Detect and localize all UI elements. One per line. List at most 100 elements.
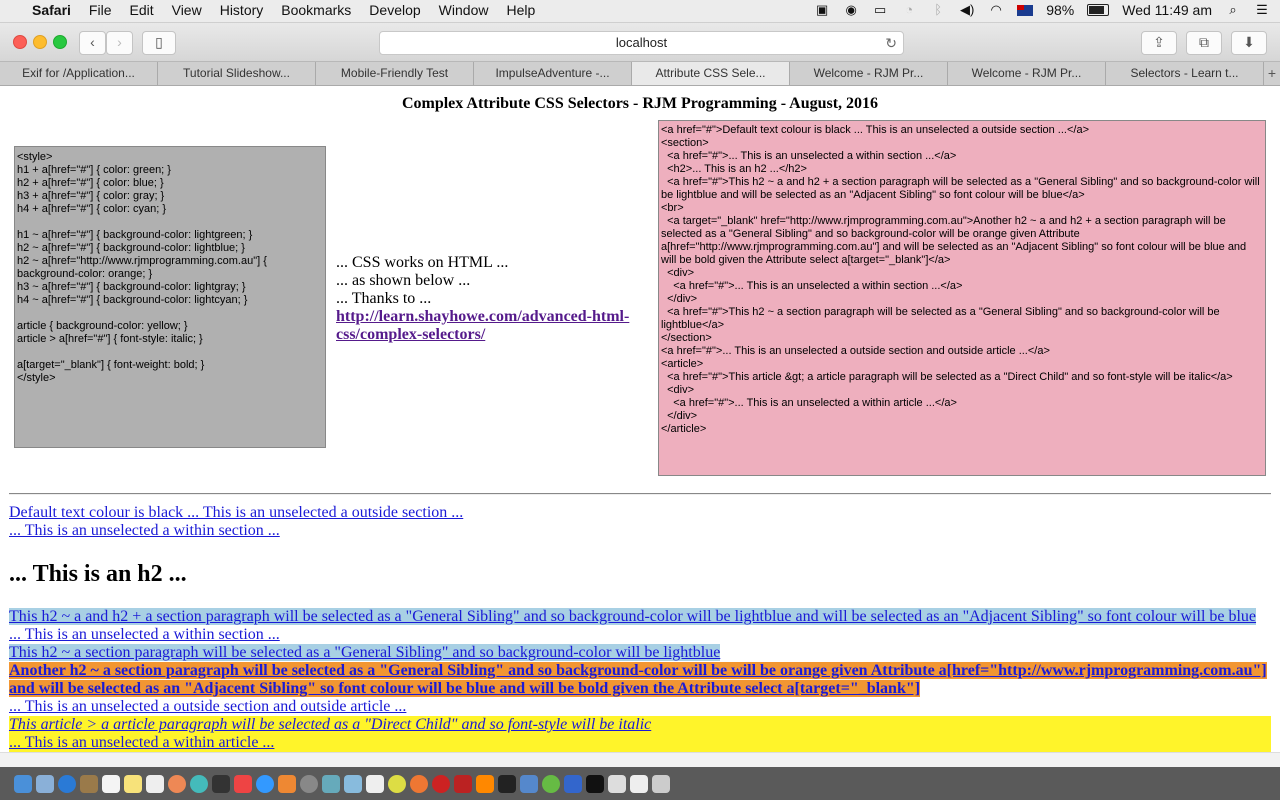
vlc-icon[interactable]	[476, 774, 494, 793]
itunes-icon[interactable]	[234, 774, 252, 793]
messages-icon[interactable]	[190, 774, 208, 793]
safari-icon[interactable]	[58, 774, 76, 793]
menu-bookmarks[interactable]: Bookmarks	[281, 2, 351, 18]
demo-link-within-section-2[interactable]: ... This is an unselected a within secti…	[9, 626, 280, 643]
tab-selectors-learn[interactable]: Selectors - Learn t...	[1106, 62, 1264, 85]
demo-link-within-section[interactable]: ... This is an unselected a within secti…	[9, 522, 280, 539]
android-icon[interactable]	[542, 774, 560, 793]
launchpad-icon[interactable]	[36, 774, 54, 793]
app-store-icon[interactable]	[256, 774, 274, 793]
documents-stack-icon[interactable]	[630, 774, 648, 793]
browser-toolbar: ‹ › ▯ localhost ↻ ⇪ ⧉ ⬇	[0, 23, 1280, 61]
menu-help[interactable]: Help	[506, 2, 535, 18]
html-code-textarea[interactable]: <a href="#">Default text colour is black…	[658, 120, 1266, 476]
tab-exif[interactable]: Exif for /Application...	[0, 62, 158, 85]
demo-link-orange-blank[interactable]: Another h2 ~ a section paragraph will be…	[9, 662, 1267, 697]
clock[interactable]: Wed 11:49 am	[1122, 2, 1212, 18]
tab-welcome-rjm-1[interactable]: Welcome - RJM Pr...	[790, 62, 948, 85]
demo-link-sibling-adjacent[interactable]: This h2 ~ a and h2 + a section paragraph…	[9, 608, 1257, 625]
share-button[interactable]: ⇪	[1141, 31, 1177, 55]
demo-article: This article > a article paragraph will …	[9, 716, 1271, 752]
calendar-icon[interactable]	[102, 774, 120, 793]
bluetooth-icon[interactable]: ᛒ	[930, 3, 946, 17]
xcode-icon[interactable]	[322, 774, 340, 793]
chrome-icon[interactable]	[388, 774, 406, 793]
menu-develop[interactable]: Develop	[369, 2, 420, 18]
system-preferences-icon[interactable]	[300, 774, 318, 793]
wifi-icon[interactable]: ◠	[988, 3, 1004, 17]
demo-orange-text-2: and will be selected as an "Adjacent Sib…	[9, 680, 921, 697]
new-tab-button[interactable]: +	[1264, 62, 1280, 85]
airplay-icon[interactable]: ▭	[872, 3, 888, 17]
demo-line-1: Default text colour is black ... This is…	[9, 504, 1271, 522]
firefox-icon[interactable]	[410, 774, 428, 793]
shayhowe-link[interactable]: http://learn.shayhowe.com/advanced-html-…	[336, 308, 629, 343]
tab-impulseadventure[interactable]: ImpulseAdventure -...	[474, 62, 632, 85]
demo-link-direct-child[interactable]: This article > a article paragraph will …	[9, 716, 651, 733]
photos-icon[interactable]	[168, 774, 186, 793]
demo-link-outside-article[interactable]: ... This is an unselected a outside sect…	[9, 698, 406, 715]
minimize-window-button[interactable]	[33, 35, 47, 49]
intro-line-1: ... CSS works on HTML ...	[336, 254, 509, 271]
trash-icon[interactable]	[652, 774, 670, 793]
download-icon: ⬇	[1243, 34, 1255, 50]
battery-percent[interactable]: 98%	[1046, 2, 1074, 18]
zoom-window-button[interactable]	[53, 35, 67, 49]
visual-studio-icon[interactable]	[564, 774, 582, 793]
reminders-icon[interactable]	[146, 774, 164, 793]
battery-icon[interactable]	[1087, 4, 1110, 16]
css-code-textarea[interactable]: <style> h1 + a[href="#"] { color: green;…	[14, 146, 326, 448]
input-source-flag-icon[interactable]	[1017, 4, 1034, 16]
activity-monitor-icon[interactable]	[586, 774, 604, 793]
tab-tutorial-slideshow[interactable]: Tutorial Slideshow...	[158, 62, 316, 85]
demo-link-within-article[interactable]: ... This is an unselected a within artic…	[9, 734, 274, 751]
menu-window[interactable]: Window	[439, 2, 489, 18]
demo-orange-text-1: Another h2 ~ a section paragraph will be…	[9, 662, 1267, 679]
notification-center-icon[interactable]: ☰	[1254, 3, 1270, 17]
menu-file[interactable]: File	[89, 2, 112, 18]
status-circle-icon[interactable]: ◉	[843, 3, 859, 17]
forward-button[interactable]: ›	[106, 31, 133, 55]
menu-view[interactable]: View	[172, 2, 202, 18]
page-title: Complex Attribute CSS Selectors - RJM Pr…	[401, 95, 879, 112]
tab-welcome-rjm-2[interactable]: Welcome - RJM Pr...	[948, 62, 1106, 85]
demo-h2-heading: ... This is an h2 ...	[9, 561, 187, 587]
filezilla-icon[interactable]	[454, 774, 472, 793]
status-app-icon[interactable]: ▣	[814, 3, 830, 17]
demo-link-general-sibling[interactable]: This h2 ~ a section paragraph will be se…	[9, 644, 721, 661]
volume-icon[interactable]: ◀)	[959, 3, 975, 17]
demo-line-2: ... This is an unselected a within secti…	[9, 522, 1271, 540]
back-button[interactable]: ‹	[79, 31, 106, 55]
downloads-stack-icon[interactable]	[608, 774, 626, 793]
demo-line-4: ... This is an unselected a within secti…	[9, 626, 1271, 644]
tab-overview-button[interactable]: ⧉	[1186, 31, 1222, 55]
menu-history[interactable]: History	[220, 2, 264, 18]
notes-icon[interactable]	[124, 774, 142, 793]
time-machine-icon[interactable]: ◔	[901, 3, 917, 17]
virtualbox-icon[interactable]	[520, 774, 538, 793]
facetime-icon[interactable]	[212, 774, 230, 793]
ibooks-icon[interactable]	[278, 774, 296, 793]
horizontal-scrollbar[interactable]	[0, 752, 1280, 768]
menu-app-name[interactable]: Safari	[32, 2, 71, 18]
tab-mobile-friendly-test[interactable]: Mobile-Friendly Test	[316, 62, 474, 85]
terminal-icon[interactable]	[498, 774, 516, 793]
finder-icon[interactable]	[14, 774, 32, 793]
address-bar[interactable]: localhost ↻	[379, 31, 904, 55]
close-window-button[interactable]	[13, 35, 27, 49]
menu-edit[interactable]: Edit	[129, 2, 153, 18]
demo-link-outside-section[interactable]: Default text colour is black ... This is…	[9, 504, 463, 521]
textedit-icon[interactable]	[366, 774, 384, 793]
spotlight-search-icon[interactable]: ⌕	[1225, 3, 1241, 17]
tab-attribute-css[interactable]: Attribute CSS Sele...	[632, 62, 790, 85]
downloads-button[interactable]: ⬇	[1231, 31, 1267, 55]
intro-text: ... CSS works on HTML ... ... as shown b…	[336, 254, 636, 344]
reload-icon[interactable]: ↻	[885, 32, 897, 54]
sidebar-toggle-button[interactable]: ▯	[142, 31, 176, 55]
demo-line-3: This h2 ~ a and h2 + a section paragraph…	[9, 608, 1271, 626]
opera-icon[interactable]	[432, 774, 450, 793]
preview-icon[interactable]	[344, 774, 362, 793]
mail-icon[interactable]	[80, 774, 98, 793]
divider	[9, 493, 1271, 495]
share-icon: ⇪	[1153, 34, 1165, 50]
